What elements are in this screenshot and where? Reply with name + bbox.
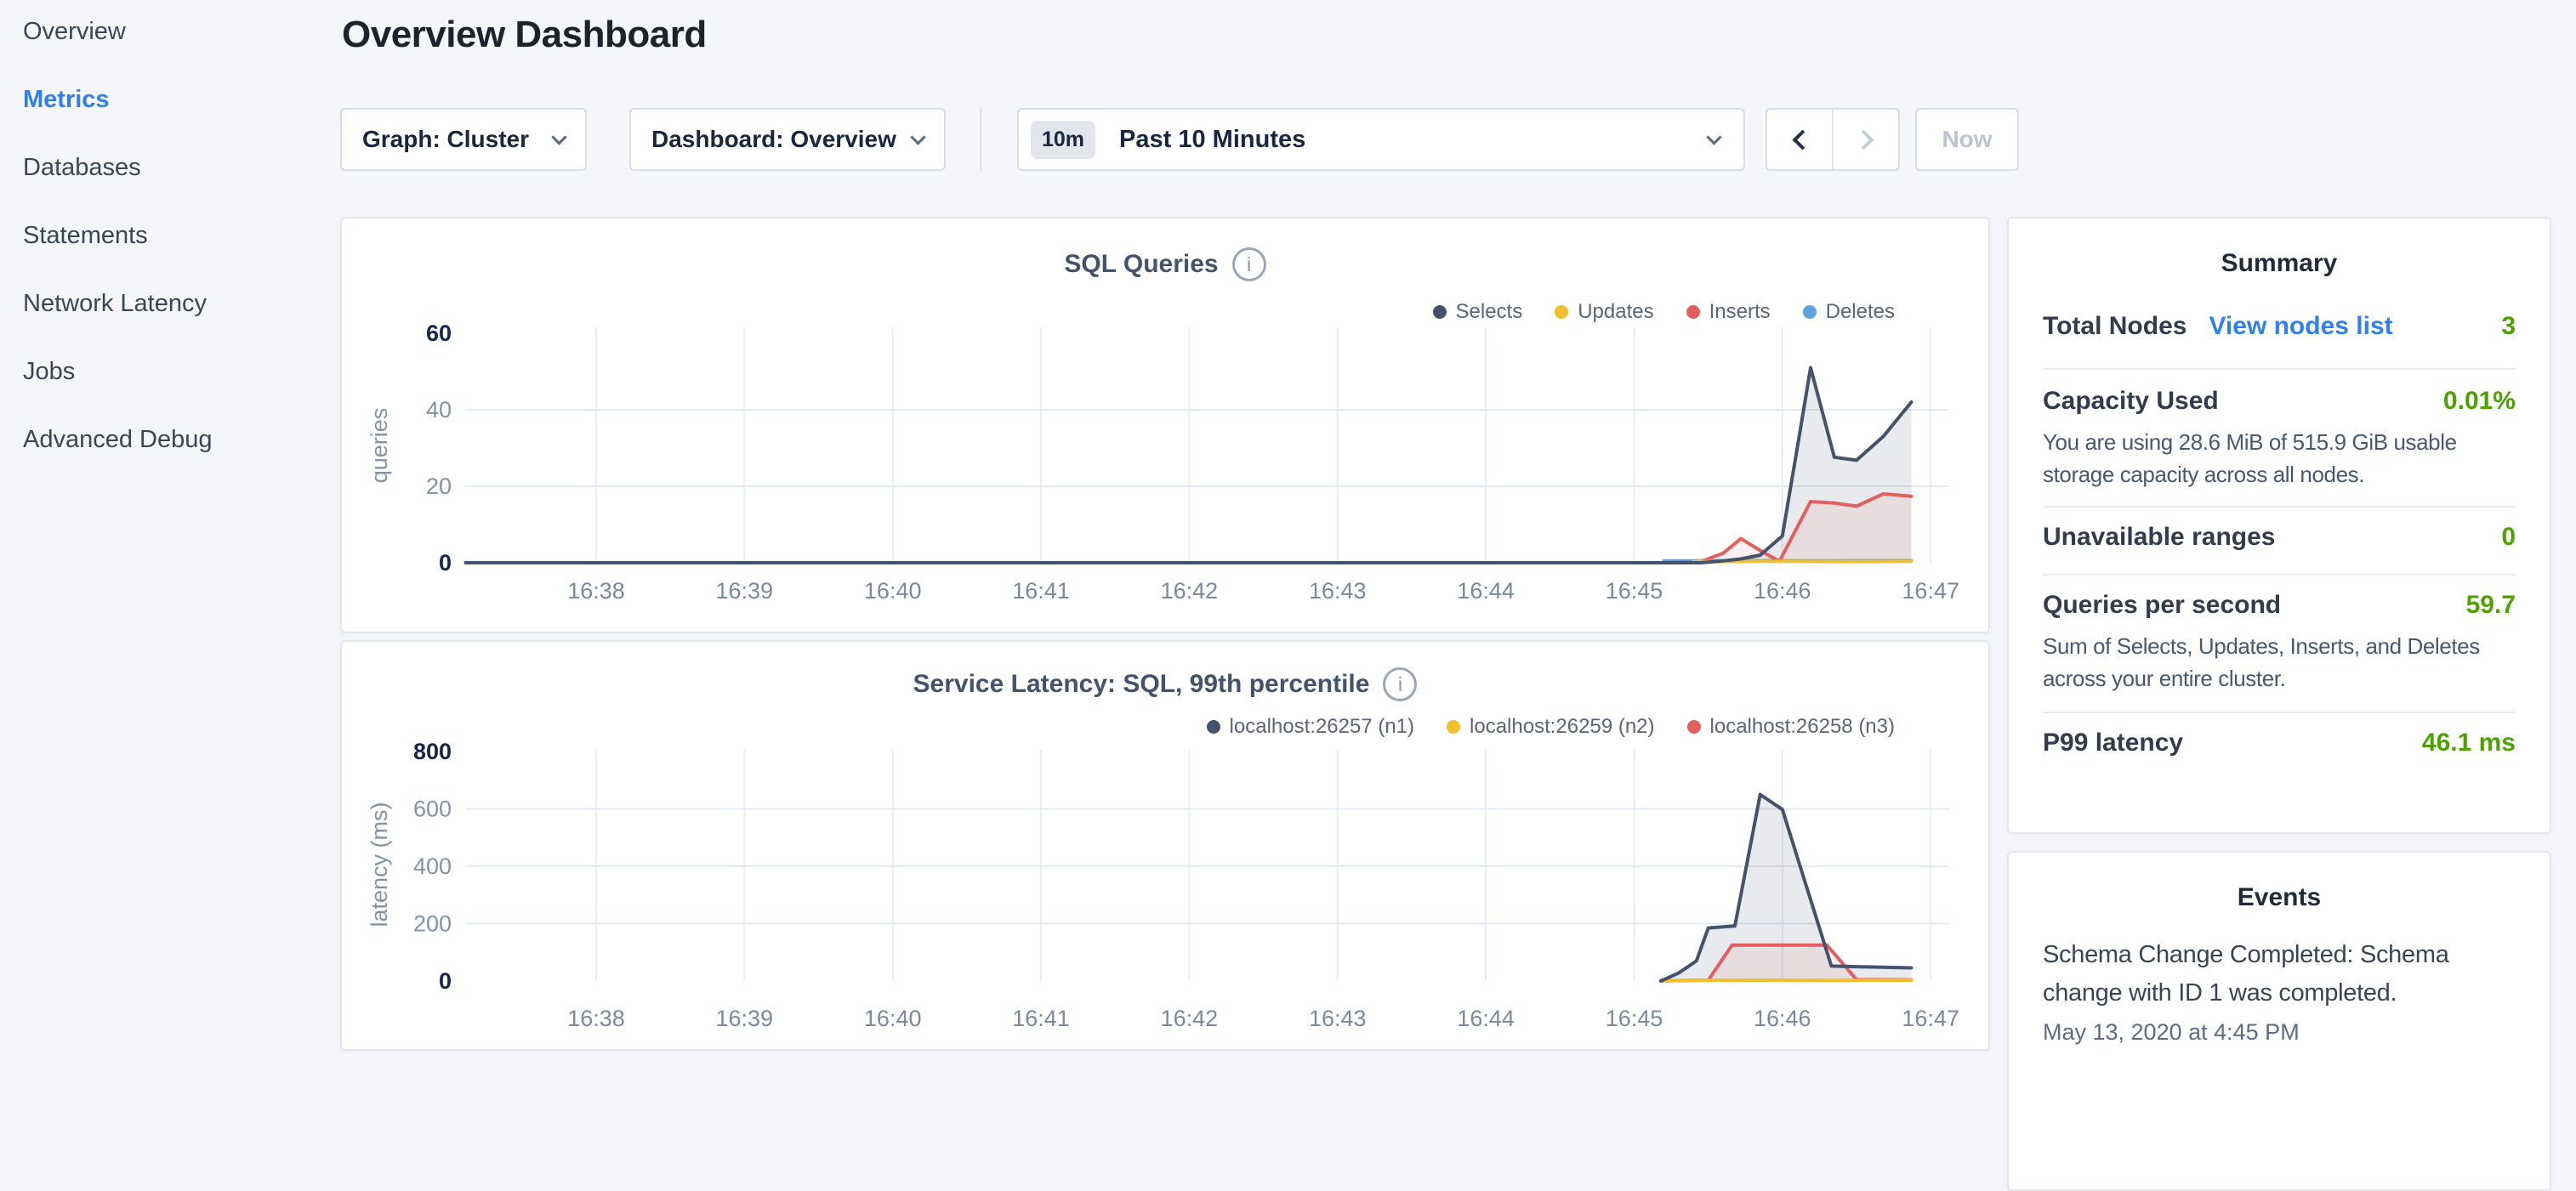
- svg-text:16:38: 16:38: [567, 1006, 625, 1031]
- summary-row-subtext: You are using 28.6 MiB of 515.9 GiB usab…: [2043, 426, 2516, 491]
- dashboard-dropdown-label: Dashboard: Overview: [651, 126, 896, 153]
- svg-text:16:45: 16:45: [1606, 1006, 1663, 1031]
- chevron-right-icon: [1853, 129, 1874, 150]
- svg-text:800: 800: [413, 739, 452, 764]
- graph-dropdown[interactable]: Graph: Cluster: [340, 108, 587, 171]
- summary-row-value: 3: [2501, 312, 2516, 341]
- graph-dropdown-label: Graph: Cluster: [362, 126, 529, 153]
- now-button[interactable]: Now: [1915, 108, 2019, 171]
- svg-text:40: 40: [426, 397, 452, 423]
- summary-row-label: Total Nodes: [2043, 312, 2186, 341]
- summary-row-label: P99 latency: [2043, 729, 2183, 757]
- prev-time-button[interactable]: [1767, 110, 1832, 169]
- summary-row-unavailable-ranges: Unavailable ranges 0: [2043, 508, 2516, 576]
- summary-row-value: 0: [2501, 523, 2516, 552]
- sidebar-nav: Overview Metrics Databases Statements Networ…: [23, 14, 329, 490]
- summary-row-subtext: Sum of Selects, Updates, Inserts, and De…: [2043, 630, 2516, 695]
- svg-text:16:42: 16:42: [1161, 1006, 1219, 1031]
- view-nodes-list-link[interactable]: View nodes list: [2209, 312, 2392, 341]
- svg-text:16:38: 16:38: [567, 578, 625, 604]
- svg-text:16:47: 16:47: [1902, 578, 1959, 604]
- svg-text:16:41: 16:41: [1012, 1006, 1070, 1031]
- event-timestamp: May 13, 2020 at 4:45 PM: [2043, 1019, 2516, 1046]
- summary-row-value: 0.01%: [2443, 387, 2516, 416]
- time-range-selector[interactable]: 10m Past 10 Minutes: [1017, 108, 1745, 171]
- svg-text:0: 0: [439, 550, 452, 576]
- svg-text:16:46: 16:46: [1754, 578, 1811, 604]
- sidebar-item-advanced-debug[interactable]: Advanced Debug: [23, 422, 329, 457]
- svg-text:20: 20: [426, 474, 452, 499]
- sidebar-item-databases[interactable]: Databases: [23, 150, 329, 185]
- events-panel: Events Schema Change Completed: Schema c…: [2007, 851, 2551, 1191]
- svg-text:latency (ms): latency (ms): [367, 802, 392, 927]
- svg-text:200: 200: [413, 911, 452, 937]
- summary-row-label: Queries per second: [2043, 591, 2281, 620]
- next-time-button[interactable]: [1832, 110, 1898, 169]
- svg-text:60: 60: [426, 320, 452, 346]
- svg-text:16:47: 16:47: [1902, 1006, 1959, 1031]
- svg-text:16:43: 16:43: [1309, 1006, 1367, 1031]
- svg-text:0: 0: [439, 968, 452, 994]
- time-range-label: Past 10 Minutes: [1119, 126, 1709, 154]
- sidebar-item-jobs[interactable]: Jobs: [23, 354, 329, 389]
- event-list-item[interactable]: Schema Change Completed: Schema change w…: [2043, 936, 2516, 1046]
- svg-text:16:43: 16:43: [1309, 578, 1367, 604]
- sidebar-item-metrics[interactable]: Metrics: [23, 82, 329, 117]
- events-heading: Events: [2043, 853, 2516, 912]
- summary-row-queries-per-second: Queries per second 59.7 Sum of Selects, …: [2043, 576, 2516, 713]
- page-title: Overview Dashboard: [342, 14, 707, 56]
- now-button-label: Now: [1942, 126, 1992, 153]
- svg-text:16:40: 16:40: [864, 578, 922, 604]
- time-pager: [1766, 108, 1900, 171]
- svg-text:16:42: 16:42: [1161, 578, 1219, 604]
- chevron-down-icon: [1706, 129, 1721, 145]
- service-latency-chart-card: Service Latency: SQL, 99th percentile i …: [340, 640, 1990, 1051]
- summary-panel: Summary Total Nodes View nodes list 3 Ca…: [2007, 217, 2551, 834]
- sidebar-item-overview[interactable]: Overview: [23, 14, 329, 49]
- svg-text:16:45: 16:45: [1606, 578, 1663, 604]
- dashboard-dropdown[interactable]: Dashboard: Overview: [629, 108, 946, 171]
- sql-queries-chart-plot[interactable]: 0 20 40 60 16:38 16:39 16:40 16:41 16:42 16:43 16:…: [342, 218, 1992, 635]
- event-text: Schema Change Completed: Schema change w…: [2043, 936, 2451, 1012]
- sql-queries-chart-card: SQL Queries i SelectsUpdatesInsertsDelet…: [340, 217, 1990, 633]
- svg-text:16:40: 16:40: [864, 1006, 922, 1031]
- svg-text:600: 600: [413, 797, 452, 822]
- svg-text:16:44: 16:44: [1457, 578, 1515, 604]
- summary-row-label: Capacity Used: [2043, 387, 2219, 416]
- sidebar-item-network-latency[interactable]: Network Latency: [23, 286, 329, 321]
- summary-row-total-nodes: Total Nodes View nodes list 3: [2043, 312, 2516, 370]
- summary-row-capacity-used: Capacity Used 0.01% You are using 28.6 M…: [2043, 370, 2516, 508]
- summary-heading: Summary: [2043, 218, 2516, 278]
- svg-text:400: 400: [413, 854, 452, 879]
- chevron-down-icon: [910, 129, 925, 145]
- summary-row-p99-latency: P99 latency 46.1 ms: [2043, 713, 2516, 757]
- sidebar-item-statements[interactable]: Statements: [23, 218, 329, 253]
- svg-text:16:44: 16:44: [1457, 1006, 1515, 1031]
- service-latency-chart-plot[interactable]: 0 200 400 600 800 16:38 16:39 16:40 16:41 16:42 16…: [342, 642, 1992, 1052]
- svg-text:16:39: 16:39: [716, 578, 774, 604]
- svg-text:16:46: 16:46: [1754, 1006, 1811, 1031]
- summary-row-value: 46.1 ms: [2422, 729, 2516, 757]
- chevron-down-icon: [551, 129, 566, 145]
- svg-text:queries: queries: [367, 408, 392, 484]
- toolbar-divider: [980, 108, 981, 171]
- summary-row-label: Unavailable ranges: [2043, 523, 2275, 552]
- summary-row-value: 59.7: [2466, 591, 2516, 620]
- time-range-badge: 10m: [1031, 121, 1095, 159]
- svg-text:16:39: 16:39: [716, 1006, 774, 1031]
- chevron-left-icon: [1792, 129, 1812, 150]
- svg-text:16:41: 16:41: [1012, 578, 1070, 604]
